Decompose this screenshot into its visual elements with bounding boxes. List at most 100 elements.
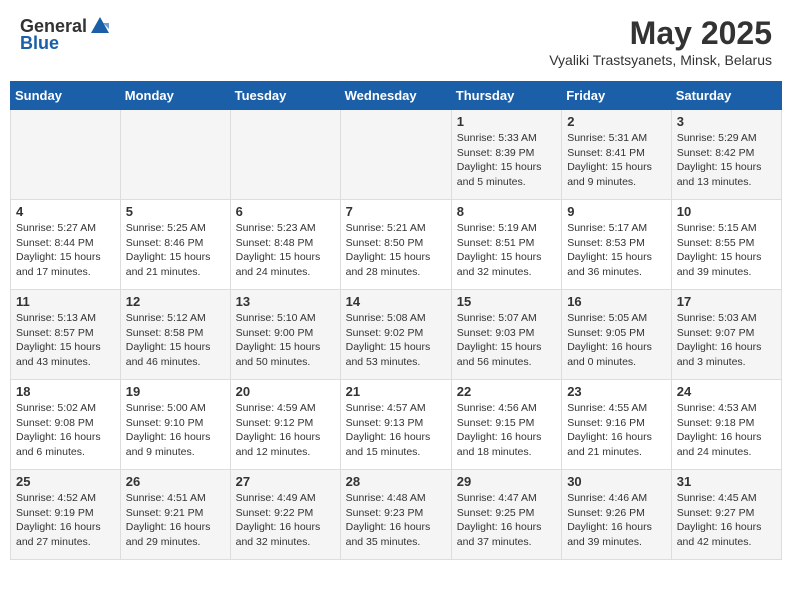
day-number: 5 (126, 204, 225, 219)
week-row-5: 25 Sunrise: 4:52 AMSunset: 9:19 PMDayligh… (11, 470, 782, 560)
day-info: Sunrise: 4:56 AMSunset: 9:15 PMDaylight:… (457, 401, 556, 460)
header-day-saturday: Saturday (671, 82, 781, 110)
day-info: Sunrise: 5:31 AMSunset: 8:41 PMDaylight:… (567, 131, 666, 190)
calendar-table: SundayMondayTuesdayWednesdayThursdayFrid… (10, 81, 782, 560)
header-day-tuesday: Tuesday (230, 82, 340, 110)
calendar-cell: 8 Sunrise: 5:19 AMSunset: 8:51 PMDaylight… (451, 200, 561, 290)
calendar-cell: 9Sunrise: 5:17 AMSunset: 8:53 PMDaylight… (562, 200, 672, 290)
day-info: Sunrise: 5:27 AMSunset: 8:44 PMDaylight:… (16, 221, 115, 280)
day-info: Sunrise: 4:57 AMSunset: 9:13 PMDaylight:… (346, 401, 446, 460)
day-number: 3 (677, 114, 776, 129)
calendar-cell (11, 110, 121, 200)
day-number: 10 (677, 204, 776, 219)
day-number: 1 (457, 114, 556, 129)
day-number: 7 (346, 204, 446, 219)
day-number: 24 (677, 384, 776, 399)
day-number: 30 (567, 474, 666, 489)
day-number: 21 (346, 384, 446, 399)
location-title: Vyaliki Trastsyanets, Minsk, Belarus (549, 52, 772, 68)
day-info: Sunrise: 5:08 AMSunset: 9:02 PMDaylight:… (346, 311, 446, 370)
day-number: 19 (126, 384, 225, 399)
day-number: 23 (567, 384, 666, 399)
calendar-cell: 21 Sunrise: 4:57 AMSunset: 9:13 PMDayligh… (340, 380, 451, 470)
day-info: Sunrise: 4:46 AMSunset: 9:26 PMDaylight:… (567, 491, 666, 550)
header-day-friday: Friday (562, 82, 672, 110)
day-info: Sunrise: 4:59 AMSunset: 9:12 PMDaylight:… (236, 401, 335, 460)
header-day-monday: Monday (120, 82, 230, 110)
day-info: Sunrise: 5:00 AMSunset: 9:10 PMDaylight:… (126, 401, 225, 460)
calendar-cell: 20 Sunrise: 4:59 AMSunset: 9:12 PMDayligh… (230, 380, 340, 470)
day-info: Sunrise: 4:52 AMSunset: 9:19 PMDaylight:… (16, 491, 115, 550)
calendar-cell: 30 Sunrise: 4:46 AMSunset: 9:26 PMDayligh… (562, 470, 672, 560)
day-number: 12 (126, 294, 225, 309)
day-number: 2 (567, 114, 666, 129)
day-info: Sunrise: 5:15 AMSunset: 8:55 PMDaylight:… (677, 221, 776, 280)
calendar-cell: 26Sunrise: 4:51 AMSunset: 9:21 PMDayligh… (120, 470, 230, 560)
calendar-cell: 25 Sunrise: 4:52 AMSunset: 9:19 PMDayligh… (11, 470, 121, 560)
header-day-thursday: Thursday (451, 82, 561, 110)
calendar-cell: 4Sunrise: 5:27 AMSunset: 8:44 PMDaylight… (11, 200, 121, 290)
header-day-wednesday: Wednesday (340, 82, 451, 110)
day-info: Sunrise: 5:12 AMSunset: 8:58 PMDaylight:… (126, 311, 225, 370)
logo: General Blue (20, 15, 111, 54)
calendar-cell: 2 Sunrise: 5:31 AMSunset: 8:41 PMDaylight… (562, 110, 672, 200)
logo-icon (89, 15, 111, 37)
day-number: 16 (567, 294, 666, 309)
calendar-cell: 29 Sunrise: 4:47 AMSunset: 9:25 PMDayligh… (451, 470, 561, 560)
calendar-cell: 1 Sunrise: 5:33 AMSunset: 8:39 PMDaylight… (451, 110, 561, 200)
calendar-cell: 14 Sunrise: 5:08 AMSunset: 9:02 PMDayligh… (340, 290, 451, 380)
calendar-cell: 13 Sunrise: 5:10 AMSunset: 9:00 PMDayligh… (230, 290, 340, 380)
day-info: Sunrise: 5:33 AMSunset: 8:39 PMDaylight:… (457, 131, 556, 190)
calendar-cell: 11Sunrise: 5:13 AMSunset: 8:57 PMDayligh… (11, 290, 121, 380)
day-info: Sunrise: 5:02 AMSunset: 9:08 PMDaylight:… (16, 401, 115, 460)
header-day-sunday: Sunday (11, 82, 121, 110)
calendar-cell: 16 Sunrise: 5:05 AMSunset: 9:05 PMDayligh… (562, 290, 672, 380)
calendar-cell: 28 Sunrise: 4:48 AMSunset: 9:23 PMDayligh… (340, 470, 451, 560)
day-number: 14 (346, 294, 446, 309)
day-info: Sunrise: 4:55 AMSunset: 9:16 PMDaylight:… (567, 401, 666, 460)
calendar-cell: 19 Sunrise: 5:00 AMSunset: 9:10 PMDayligh… (120, 380, 230, 470)
calendar-cell (340, 110, 451, 200)
day-info: Sunrise: 5:03 AMSunset: 9:07 PMDaylight:… (677, 311, 776, 370)
day-info: Sunrise: 4:49 AMSunset: 9:22 PMDaylight:… (236, 491, 335, 550)
calendar-cell (120, 110, 230, 200)
week-row-1: 1 Sunrise: 5:33 AMSunset: 8:39 PMDaylight… (11, 110, 782, 200)
day-info: Sunrise: 5:05 AMSunset: 9:05 PMDaylight:… (567, 311, 666, 370)
day-info: Sunrise: 5:21 AMSunset: 8:50 PMDaylight:… (346, 221, 446, 280)
title-section: May 2025 Vyaliki Trastsyanets, Minsk, Be… (549, 15, 772, 68)
header-row: SundayMondayTuesdayWednesdayThursdayFrid… (11, 82, 782, 110)
logo-text-blue: Blue (20, 33, 59, 54)
calendar-cell: 5Sunrise: 5:25 AMSunset: 8:46 PMDaylight… (120, 200, 230, 290)
day-number: 20 (236, 384, 335, 399)
calendar-cell: 6 Sunrise: 5:23 AMSunset: 8:48 PMDaylight… (230, 200, 340, 290)
day-number: 15 (457, 294, 556, 309)
day-number: 17 (677, 294, 776, 309)
day-number: 6 (236, 204, 335, 219)
day-number: 26 (126, 474, 225, 489)
day-info: Sunrise: 5:23 AMSunset: 8:48 PMDaylight:… (236, 221, 335, 280)
calendar-cell: 3Sunrise: 5:29 AMSunset: 8:42 PMDaylight… (671, 110, 781, 200)
day-number: 28 (346, 474, 446, 489)
day-info: Sunrise: 4:47 AMSunset: 9:25 PMDaylight:… (457, 491, 556, 550)
day-number: 18 (16, 384, 115, 399)
day-number: 9 (567, 204, 666, 219)
day-number: 25 (16, 474, 115, 489)
calendar-cell: 27Sunrise: 4:49 AMSunset: 9:22 PMDayligh… (230, 470, 340, 560)
calendar-cell: 17 Sunrise: 5:03 AMSunset: 9:07 PMDayligh… (671, 290, 781, 380)
calendar-cell: 10 Sunrise: 5:15 AMSunset: 8:55 PMDayligh… (671, 200, 781, 290)
calendar-cell: 15Sunrise: 5:07 AMSunset: 9:03 PMDayligh… (451, 290, 561, 380)
calendar-cell: 22 Sunrise: 4:56 AMSunset: 9:15 PMDayligh… (451, 380, 561, 470)
day-info: Sunrise: 5:10 AMSunset: 9:00 PMDaylight:… (236, 311, 335, 370)
calendar-cell: 7 Sunrise: 5:21 AMSunset: 8:50 PMDaylight… (340, 200, 451, 290)
day-number: 22 (457, 384, 556, 399)
calendar-header: SundayMondayTuesdayWednesdayThursdayFrid… (11, 82, 782, 110)
day-info: Sunrise: 4:48 AMSunset: 9:23 PMDaylight:… (346, 491, 446, 550)
day-info: Sunrise: 5:19 AMSunset: 8:51 PMDaylight:… (457, 221, 556, 280)
day-number: 8 (457, 204, 556, 219)
day-number: 31 (677, 474, 776, 489)
day-number: 29 (457, 474, 556, 489)
day-info: Sunrise: 5:13 AMSunset: 8:57 PMDaylight:… (16, 311, 115, 370)
calendar-cell: 18 Sunrise: 5:02 AMSunset: 9:08 PMDayligh… (11, 380, 121, 470)
week-row-4: 18 Sunrise: 5:02 AMSunset: 9:08 PMDayligh… (11, 380, 782, 470)
day-number: 13 (236, 294, 335, 309)
